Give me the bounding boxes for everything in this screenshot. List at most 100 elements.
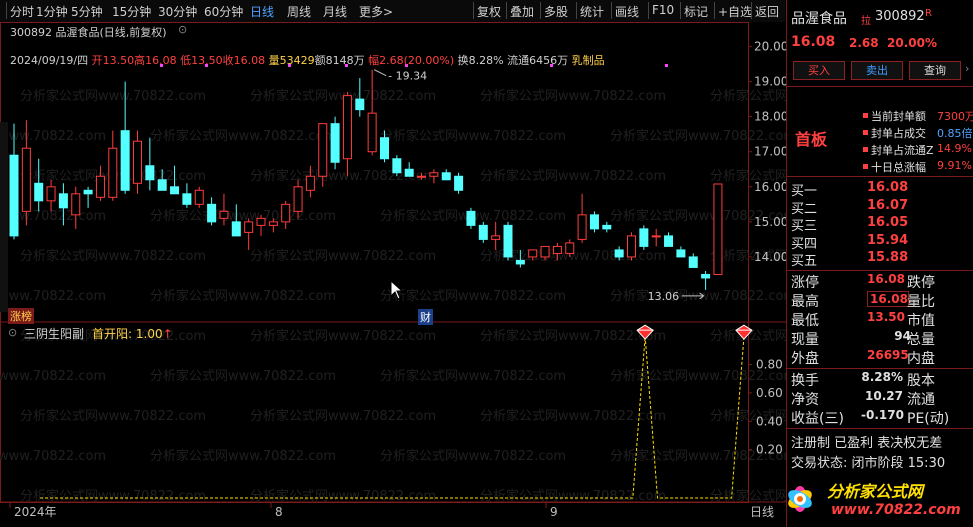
indicator-series-value: 1.00 <box>135 327 163 341</box>
bid-label: 买五 <box>791 254 818 269</box>
candle-body <box>676 249 686 258</box>
info-turnover: 换8.28% <box>457 54 504 67</box>
stat-label-2: 跌停 <box>907 275 935 291</box>
bid-label: 买一 <box>791 184 818 199</box>
candle[interactable] <box>639 225 649 250</box>
toolbar-item-6[interactable]: 日线 <box>250 3 274 20</box>
event-marker <box>665 64 668 67</box>
toolbar-item-0[interactable]: 分时 <box>10 3 34 20</box>
toolbar-separator <box>611 2 612 19</box>
info-amount: 额8148万 <box>314 54 365 67</box>
divider <box>787 86 973 87</box>
indicator-tick-label: 0.80 <box>756 358 783 372</box>
toolbar-right-item-5[interactable]: F10 <box>652 3 674 17</box>
toolbar-item-3[interactable]: 15分钟 <box>112 3 151 20</box>
candle-body <box>219 210 229 219</box>
watermark-text: 分析家公式网www.70822.com <box>380 448 566 464</box>
mouse-cursor-icon <box>390 280 404 300</box>
toolbar-item-8[interactable]: 月线 <box>323 3 347 20</box>
indicator-toggle-icon[interactable]: ⊙ <box>8 326 17 339</box>
toolbar-separator <box>540 2 541 19</box>
date-tick-label: 9 <box>550 505 558 519</box>
candle[interactable] <box>589 211 599 233</box>
toolbar-right-item-4[interactable]: 画线 <box>615 3 639 20</box>
divider <box>787 176 973 177</box>
stat-label: 外盘 <box>791 351 819 367</box>
candle-body <box>268 221 278 226</box>
buy-button[interactable]: 买入 <box>793 61 845 80</box>
toolbar-item-9[interactable]: 更多> <box>359 3 393 20</box>
left-scroll-strip[interactable] <box>0 122 8 312</box>
toolbar-right-item-0[interactable]: 复权 <box>477 3 501 20</box>
stat-label-2: 内盘 <box>907 351 935 367</box>
seal-value: 9.91% <box>937 159 972 172</box>
candle-body <box>577 214 587 240</box>
finance-tag[interactable]: 财 <box>418 309 433 325</box>
stat-label-2: PE(动) <box>907 411 950 427</box>
stat-label: 收益(三) <box>791 411 844 427</box>
kline-chart[interactable]: 分析家公式网www.70822.com 分析家公式网www.70822.com 分析… <box>0 22 786 527</box>
toolbar-right-item-7[interactable]: +自选 <box>718 3 752 20</box>
seal-dot-icon <box>863 130 868 135</box>
indicator-name[interactable]: 三阴生阳副 <box>24 325 84 342</box>
candle-body <box>688 256 698 268</box>
watermark-text: 分析家公式网www.70822.com <box>20 248 206 264</box>
toolbar-right-item-8[interactable]: 返回 <box>755 3 779 20</box>
candle-body <box>21 147 31 212</box>
candle-body <box>157 179 167 191</box>
divider <box>787 270 973 271</box>
candle-body <box>639 228 649 247</box>
candle[interactable] <box>454 172 464 194</box>
toolbar-item-2[interactable]: 5分钟 <box>71 3 103 20</box>
watermark-text: 分析家公式网www.70822.com <box>150 208 336 224</box>
watermark-text: 分析家公式网www.70822.com <box>480 88 666 104</box>
toolbar-item-1[interactable]: 1分钟 <box>36 3 68 20</box>
candle-body <box>441 172 451 181</box>
seal-dot-icon <box>863 113 868 118</box>
toolbar-separator <box>751 2 752 19</box>
toolbar-item-5[interactable]: 60分钟 <box>204 3 243 20</box>
toolbar-right-item-2[interactable]: 多股 <box>544 3 568 20</box>
stat-value: 10.27 <box>865 389 903 403</box>
stat-label-2: 市值 <box>907 313 935 329</box>
candle-body <box>108 147 118 198</box>
candle[interactable] <box>392 155 402 177</box>
toolbar-right-item-3[interactable]: 统计 <box>580 3 604 20</box>
chevron-down-icon[interactable]: ⊙ <box>178 23 187 36</box>
toolbar-right-item-6[interactable]: 标记 <box>684 3 708 20</box>
candle[interactable] <box>330 116 340 170</box>
watermark-text: 分析家公式网www.70822.com <box>250 248 436 264</box>
candle-body <box>454 175 464 191</box>
candle-body <box>58 193 68 209</box>
candle-body <box>713 183 723 275</box>
candle[interactable] <box>503 221 513 261</box>
chevron-right-icon[interactable]: › <box>965 62 969 75</box>
candle-body <box>528 249 538 258</box>
price-tick-label: 16.00 <box>754 180 786 194</box>
candle[interactable] <box>627 232 636 261</box>
seal-label: 十日总涨幅 <box>871 161 926 174</box>
toolbar-item-7[interactable]: 周线 <box>287 3 311 20</box>
candle[interactable] <box>194 186 204 208</box>
info-float: 流通6456万 <box>507 54 569 67</box>
candle-body <box>145 165 155 181</box>
candle[interactable] <box>478 221 488 243</box>
flower-logo-icon <box>788 486 812 512</box>
candle[interactable] <box>713 183 723 275</box>
candle[interactable] <box>466 207 476 229</box>
divider <box>787 428 973 429</box>
candle-body <box>404 168 414 177</box>
watermark-text: 分析家公式网www.70822.com <box>150 128 336 144</box>
candle-body <box>466 210 476 226</box>
zhangbang-tag[interactable]: 涨榜 <box>8 308 34 324</box>
last-price: 16.08 <box>791 34 836 50</box>
info-bar: 2024/09/19/四 开13.50高16.08 低13.50收16.08 量… <box>10 52 605 68</box>
indicator-tick-label: 0.20 <box>756 443 783 457</box>
toolbar-right-item-1[interactable]: 叠加 <box>510 3 534 20</box>
sell-button[interactable]: 卖出 <box>851 61 903 80</box>
candle-body <box>515 259 525 265</box>
toolbar-item-4[interactable]: 30分钟 <box>158 3 197 20</box>
stock-name: 品渥食品 <box>791 11 847 27</box>
query-button[interactable]: 查询 <box>909 61 961 80</box>
candle-body <box>34 182 44 202</box>
